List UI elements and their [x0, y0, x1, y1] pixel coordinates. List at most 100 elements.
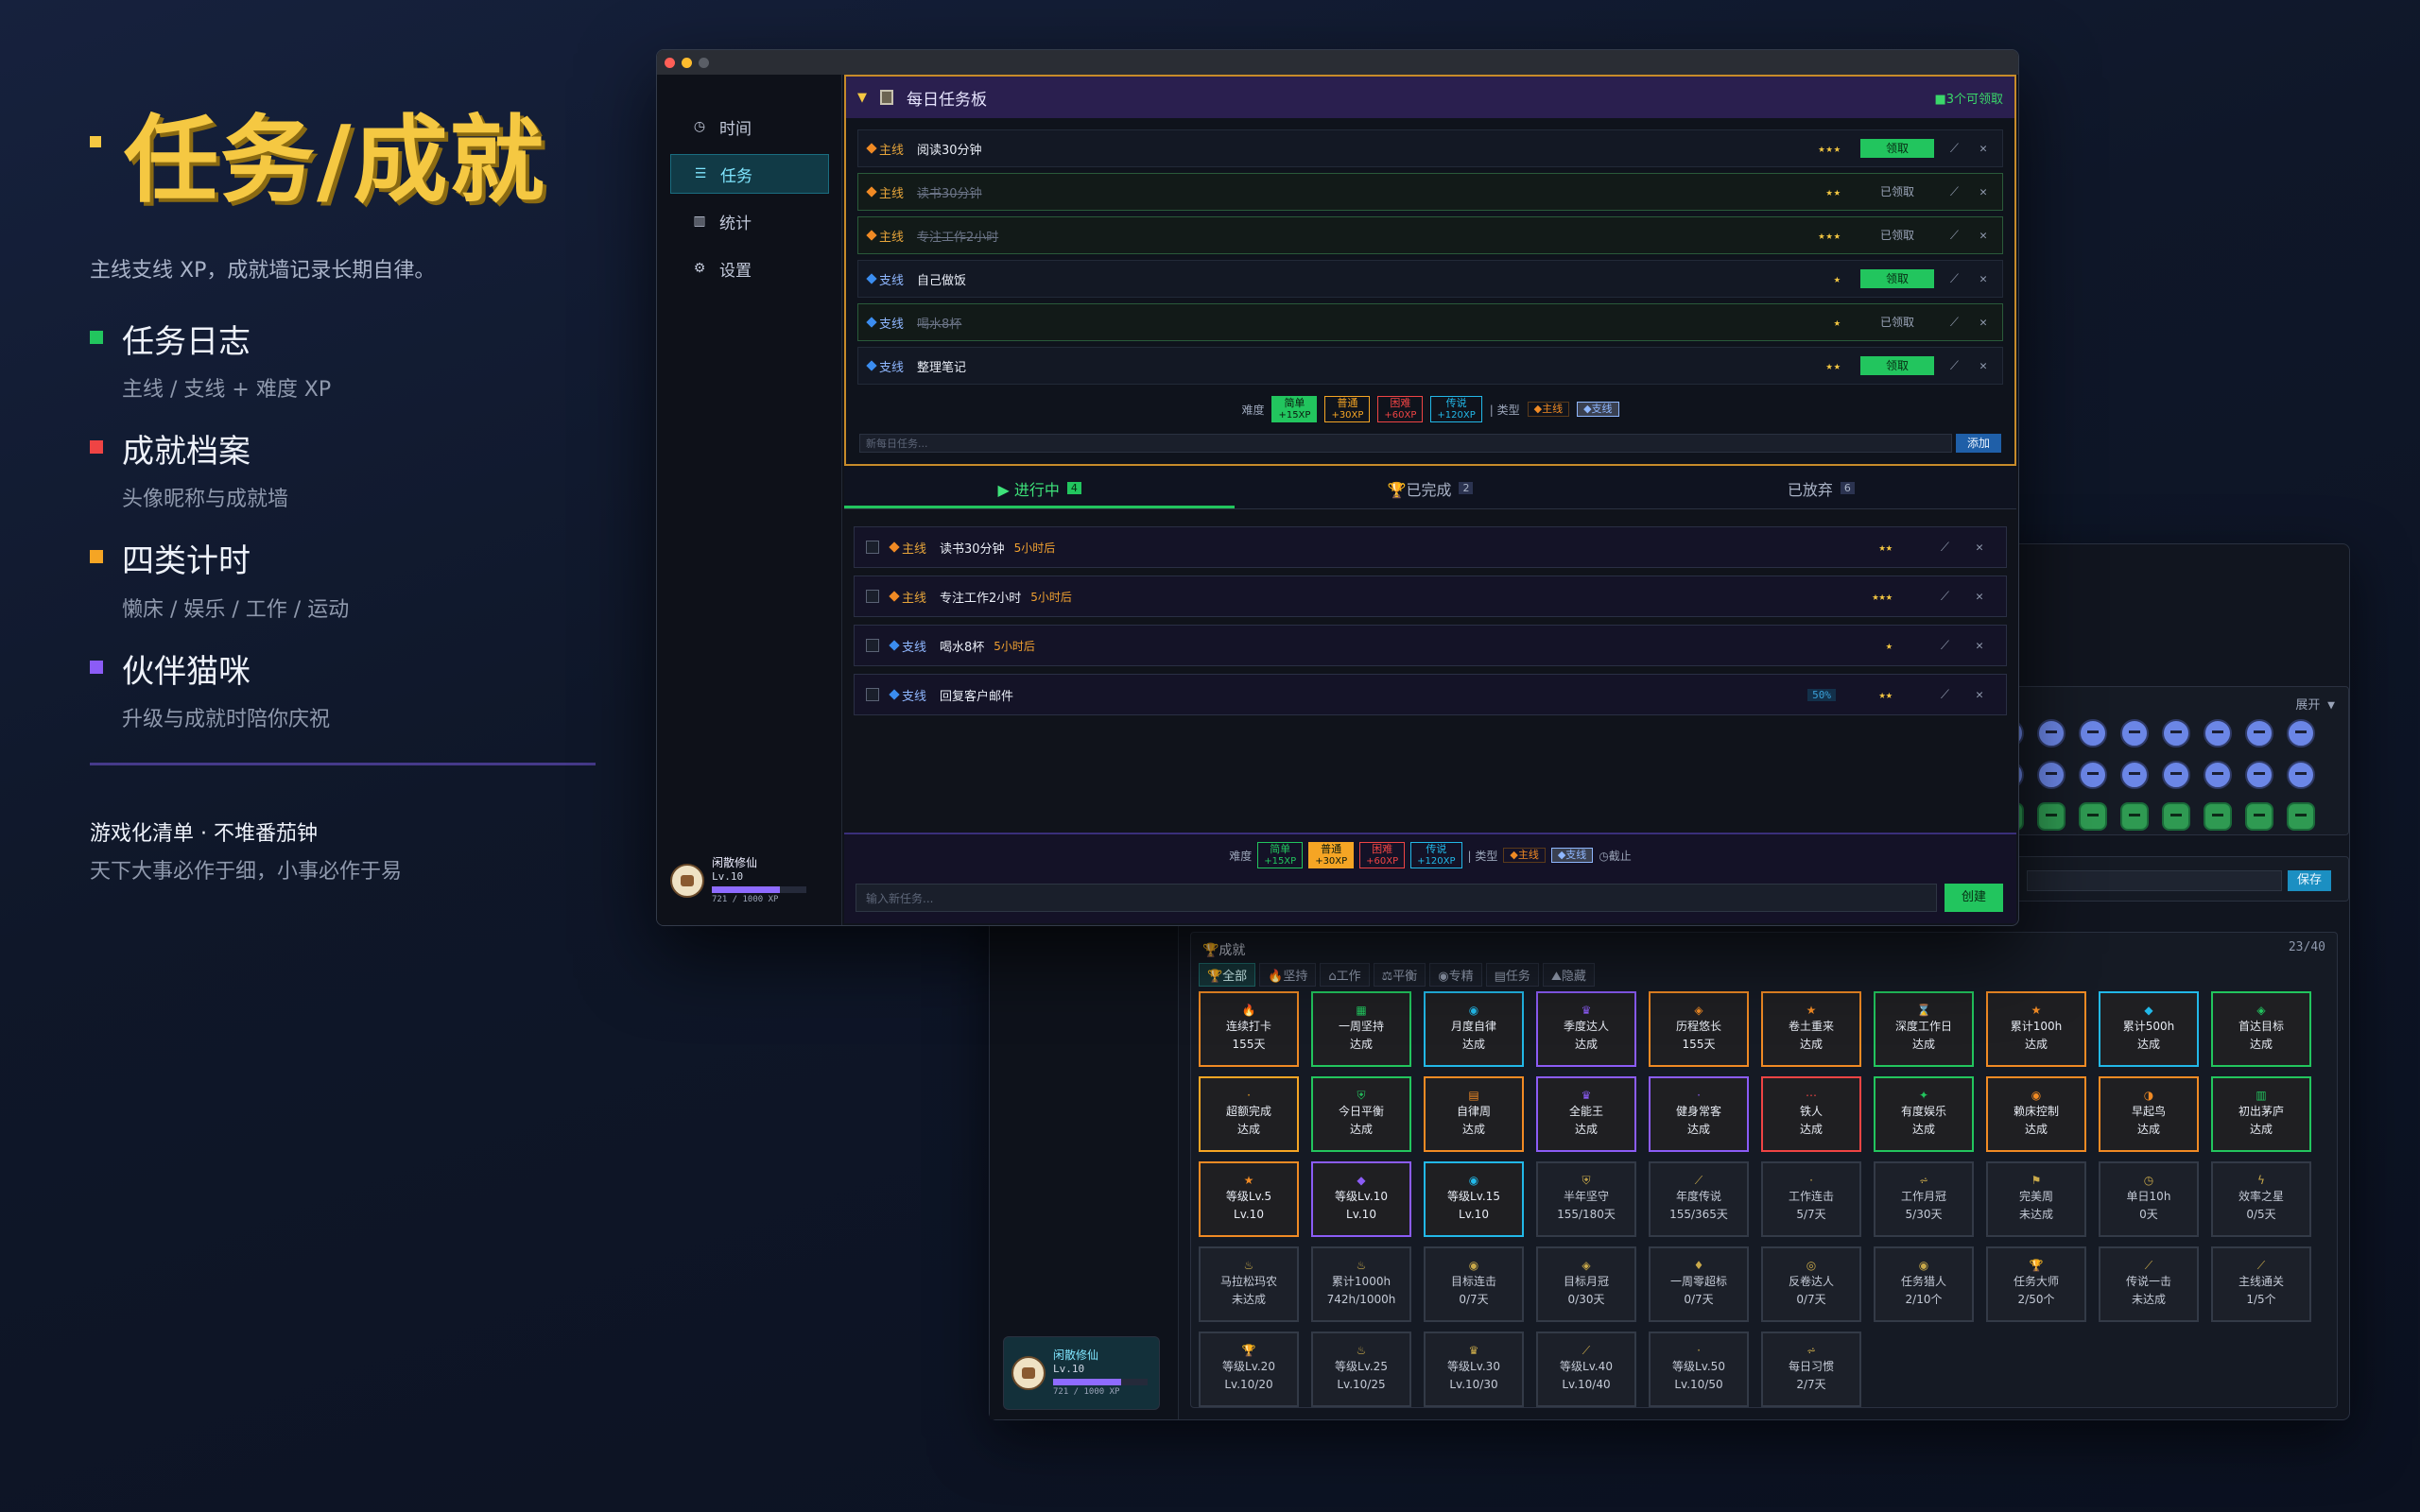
- difficulty-chip-2[interactable]: 困难 +60XP: [1377, 395, 1424, 423]
- achievement-tab-5[interactable]: ▤任务: [1485, 963, 1539, 987]
- achievement-card[interactable]: ♛ 全能王 达成: [1536, 1076, 1636, 1152]
- avatar-option[interactable]: [2120, 761, 2149, 789]
- avatar-option[interactable]: [2162, 802, 2190, 831]
- avatar-option[interactable]: [2120, 719, 2149, 747]
- tab-abandoned[interactable]: 已放弃 6: [1626, 468, 2016, 508]
- achievement-card[interactable]: 🔥 连续打卡 155天: [1199, 991, 1299, 1067]
- task-checkbox[interactable]: [866, 590, 879, 603]
- type-chip-0[interactable]: ◆主线: [1527, 401, 1570, 418]
- close-window-button[interactable]: [665, 57, 675, 68]
- achievement-card[interactable]: ◉ 月度自律 达成: [1424, 991, 1524, 1067]
- achievement-card[interactable]: ◈ 首达目标 达成: [2211, 991, 2311, 1067]
- difficulty-chip-1[interactable]: 普通 +30XP: [1308, 842, 1355, 869]
- edit-icon[interactable]: ⟋: [1950, 359, 1959, 373]
- delete-icon[interactable]: ✕: [1976, 639, 1983, 653]
- avatar-option[interactable]: [2204, 719, 2232, 747]
- difficulty-chip-1[interactable]: 普通 +30XP: [1324, 395, 1371, 423]
- task-checkbox[interactable]: [866, 688, 879, 701]
- achievement-card[interactable]: · 等级Lv.50 Lv.10/50: [1649, 1332, 1749, 1407]
- delete-icon[interactable]: ✕: [1976, 590, 1983, 604]
- delete-icon[interactable]: ✕: [1979, 272, 1987, 286]
- edit-icon[interactable]: ⟋: [1950, 229, 1959, 243]
- sidebar-item-time[interactable]: ◷ 时间: [670, 107, 829, 146]
- achievement-card[interactable]: ◈ 目标月冠 0/30天: [1536, 1246, 1636, 1322]
- achievement-tab-0[interactable]: 🏆全部: [1199, 963, 1256, 987]
- edit-icon[interactable]: ⟋: [1941, 688, 1949, 702]
- achievement-card[interactable]: ★ 等级Lv.5 Lv.10: [1199, 1161, 1299, 1237]
- profile-card[interactable]: 闲散修仙 Lv.10 721 / 1000 XP: [670, 850, 829, 912]
- avatar-option[interactable]: [2204, 802, 2232, 831]
- difficulty-chip-0[interactable]: 简单 +15XP: [1271, 395, 1318, 423]
- difficulty-chip-0[interactable]: 简单 +15XP: [1257, 842, 1304, 869]
- achievement-card[interactable]: ⩫ 工作月冠 5/30天: [1874, 1161, 1974, 1237]
- achievement-card[interactable]: ◎ 反卷达人 0/7天: [1761, 1246, 1861, 1322]
- delete-icon[interactable]: ✕: [1976, 541, 1983, 555]
- tab-completed[interactable]: 🏆已完成 2: [1235, 468, 1625, 508]
- delete-icon[interactable]: ✕: [1979, 142, 1987, 156]
- avatar-option[interactable]: [2079, 719, 2107, 747]
- achievement-card[interactable]: ▥ 初出茅庐 达成: [2211, 1076, 2311, 1152]
- delete-icon[interactable]: ✕: [1979, 316, 1987, 330]
- achievement-card[interactable]: 🏆 任务大师 2/50个: [1986, 1246, 2086, 1322]
- daily-task-row[interactable]: 支线 自己做饭 ★ 领取 ⟋ ✕: [857, 260, 2003, 298]
- achievement-card[interactable]: ⋯ 铁人 达成: [1761, 1076, 1861, 1152]
- new-task-input[interactable]: 输入新任务...: [856, 884, 1937, 912]
- edit-icon[interactable]: ⟋: [1950, 316, 1959, 330]
- avatar-option[interactable]: [2287, 761, 2315, 789]
- achievement-card[interactable]: ◉ 等级Lv.15 Lv.10: [1424, 1161, 1524, 1237]
- achievement-card[interactable]: ⌛ 深度工作日 达成: [1874, 991, 1974, 1067]
- daily-task-row[interactable]: 支线 整理笔记 ★★ 领取 ⟋ ✕: [857, 347, 2003, 385]
- claim-button[interactable]: 领取: [1860, 139, 1934, 158]
- achievement-card[interactable]: ◉ 赖床控制 达成: [1986, 1076, 2086, 1152]
- avatar-option[interactable]: [2245, 802, 2273, 831]
- achievement-card[interactable]: ◷ 单日10h 0天: [2099, 1161, 2199, 1237]
- delete-icon[interactable]: ✕: [1979, 229, 1987, 243]
- achievement-card[interactable]: ⟋ 等级Lv.40 Lv.10/40: [1536, 1332, 1636, 1407]
- difficulty-chip-3[interactable]: 传说 +120XP: [1410, 842, 1462, 869]
- achievement-card[interactable]: ⚑ 完美周 未达成: [1986, 1161, 2086, 1237]
- avatar-option[interactable]: [2079, 802, 2107, 831]
- back-profile-card[interactable]: 闲散修仙 Lv.10 721 / 1000 XP: [1003, 1336, 1160, 1410]
- achievement-card[interactable]: ⟋ 传说一击 未达成: [2099, 1246, 2199, 1322]
- avatar-option[interactable]: [2037, 719, 2066, 747]
- achievement-tab-4[interactable]: ◉专精: [1429, 963, 1482, 987]
- avatar-option[interactable]: [2287, 802, 2315, 831]
- achievement-card[interactable]: ◉ 任务猎人 2/10个: [1874, 1246, 1974, 1322]
- achievement-card[interactable]: ⟋ 主线通关 1/5个: [2211, 1246, 2311, 1322]
- achievement-tab-1[interactable]: 🔥坚持: [1259, 963, 1317, 987]
- achievement-card[interactable]: ▤ 自律周 达成: [1424, 1076, 1524, 1152]
- daily-task-row[interactable]: 主线 阅读30分钟 ★★★ 领取 ⟋ ✕: [857, 129, 2003, 167]
- tab-in-progress[interactable]: ▶ 进行中 4: [844, 468, 1236, 508]
- task-row[interactable]: 支线 喝水8杯 5小时后 ★ ⟋ ✕: [854, 625, 2007, 666]
- delete-icon[interactable]: ✕: [1976, 688, 1983, 702]
- deadline-toggle[interactable]: ◷截止: [1599, 848, 1631, 864]
- achievement-card[interactable]: · 超额完成 达成: [1199, 1076, 1299, 1152]
- avatar-option[interactable]: [2204, 761, 2232, 789]
- edit-icon[interactable]: ⟋: [1950, 142, 1959, 156]
- edit-icon[interactable]: ⟋: [1941, 541, 1949, 555]
- achievement-card[interactable]: ♦ 一周零超标 0/7天: [1649, 1246, 1749, 1322]
- task-checkbox[interactable]: [866, 639, 879, 652]
- task-checkbox[interactable]: [866, 541, 879, 554]
- task-row[interactable]: 支线 回复客户邮件 50% ★★ ⟋ ✕: [854, 674, 2007, 715]
- expand-button[interactable]: 展开 ▼: [2295, 695, 2335, 713]
- daily-task-row[interactable]: 主线 读书30分钟 ★★ 已领取 ⟋ ✕: [857, 173, 2003, 211]
- achievement-card[interactable]: ϟ 效率之星 0/5天: [2211, 1161, 2311, 1237]
- achievement-card[interactable]: ◑ 早起鸟 达成: [2099, 1076, 2199, 1152]
- new-daily-task-input[interactable]: 新每日任务...: [859, 434, 1952, 453]
- achievement-card[interactable]: · 健身常客 达成: [1649, 1076, 1749, 1152]
- achievement-card[interactable]: ♛ 季度达人 达成: [1536, 991, 1636, 1067]
- avatar-option[interactable]: [2037, 761, 2066, 789]
- achievement-card[interactable]: ◈ 历程悠长 155天: [1649, 991, 1749, 1067]
- difficulty-chip-3[interactable]: 传说 +120XP: [1430, 395, 1482, 423]
- achievement-card[interactable]: ⛨ 半年坚守 155/180天: [1536, 1161, 1636, 1237]
- avatar-option[interactable]: [2162, 761, 2190, 789]
- achievement-card[interactable]: ⩫ 每日习惯 2/7天: [1761, 1332, 1861, 1407]
- avatar-option[interactable]: [2245, 761, 2273, 789]
- collapse-caret-icon[interactable]: ▼: [857, 91, 867, 105]
- achievement-card[interactable]: ▦ 一周坚持 达成: [1311, 991, 1411, 1067]
- zoom-window-button[interactable]: [699, 57, 709, 68]
- edit-icon[interactable]: ⟋: [1941, 639, 1949, 653]
- save-button[interactable]: 保存: [2288, 870, 2331, 891]
- achievement-card[interactable]: ⟋ 年度传说 155/365天: [1649, 1161, 1749, 1237]
